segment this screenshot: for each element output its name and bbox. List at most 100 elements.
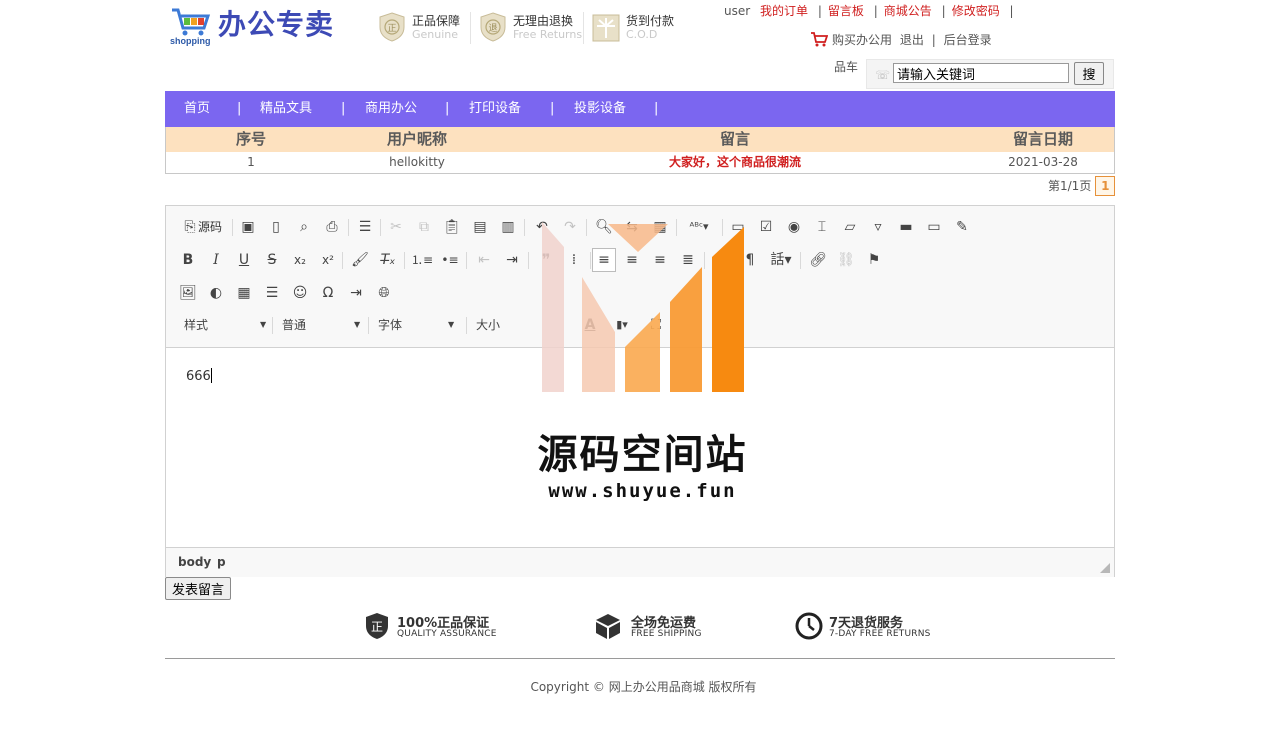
nav-item-projectors[interactable]: 投影设备 bbox=[574, 91, 626, 127]
nav-separator: | bbox=[654, 101, 659, 116]
iframe-globe-icon[interactable]: 🌐︎ bbox=[372, 281, 396, 305]
bold-icon[interactable]: B bbox=[176, 248, 200, 272]
outdent-icon[interactable]: ⇤ bbox=[472, 248, 496, 272]
div-container-icon[interactable]: ⁞ bbox=[562, 248, 586, 272]
submit-message-button[interactable]: 发表留言 bbox=[165, 577, 232, 600]
cell-nickname: hellokitty bbox=[389, 155, 445, 169]
flash-icon[interactable]: ◐ bbox=[204, 281, 228, 305]
resize-grip-icon[interactable] bbox=[1100, 563, 1110, 573]
align-center-icon[interactable]: ≡ bbox=[620, 248, 644, 272]
paste-icon[interactable]: 📋︎ bbox=[440, 215, 464, 239]
preview-icon[interactable]: ⌕ bbox=[292, 215, 316, 239]
paste-text-icon[interactable]: ▤ bbox=[468, 215, 492, 239]
align-justify-icon[interactable]: ≣ bbox=[676, 248, 700, 272]
ltr-icon[interactable]: ¶ bbox=[710, 248, 734, 272]
horizontal-rule-icon[interactable]: ☰ bbox=[260, 281, 284, 305]
superscript-icon[interactable]: x² bbox=[316, 248, 340, 272]
paste-word-icon[interactable]: ▥ bbox=[496, 215, 520, 239]
indent-icon[interactable]: ⇥ bbox=[500, 248, 524, 272]
svg-text:退: 退 bbox=[488, 23, 497, 34]
textarea-icon[interactable]: ▱ bbox=[838, 215, 862, 239]
admin-login-link[interactable]: 后台登录 bbox=[944, 33, 992, 47]
numbered-list-icon[interactable]: ⒈≡ bbox=[410, 248, 434, 272]
hidden-field-icon[interactable]: ✎ bbox=[950, 215, 974, 239]
image-icon[interactable]: 🖼︎ bbox=[176, 281, 200, 305]
unlink-icon[interactable]: ⛓ bbox=[834, 248, 858, 272]
nav-item-office[interactable]: 商用办公 bbox=[365, 91, 417, 127]
language-icon[interactable]: 話▾ bbox=[766, 248, 796, 272]
remove-format-icon[interactable]: T̶ₓ bbox=[376, 248, 400, 272]
checkbox-icon[interactable]: ☑ bbox=[754, 215, 778, 239]
save-icon[interactable]: ▣ bbox=[236, 215, 260, 239]
replace-icon[interactable]: ⇆ bbox=[620, 215, 644, 239]
cart-icon[interactable] bbox=[810, 31, 828, 47]
nav-item-stationery[interactable]: 精品文具 bbox=[260, 91, 312, 127]
templates-icon[interactable]: ☰ bbox=[353, 215, 377, 239]
nav-separator: | bbox=[550, 101, 555, 116]
nav-item-printers[interactable]: 打印设备 bbox=[469, 91, 521, 127]
link-icon[interactable]: 🔗︎ bbox=[806, 248, 830, 272]
link-message-board[interactable]: 留言板 bbox=[828, 4, 864, 18]
cut-icon[interactable]: ✂ bbox=[384, 215, 408, 239]
spellcheck-icon[interactable]: ᴬᴮᶜ▾ bbox=[682, 215, 716, 239]
link-change-password[interactable]: 修改密码 bbox=[952, 4, 1000, 18]
align-left-icon[interactable]: ≡ bbox=[592, 248, 616, 272]
select-icon[interactable]: ▿ bbox=[866, 215, 890, 239]
toolbar-divider bbox=[676, 219, 677, 236]
search-button[interactable]: 搜 bbox=[1074, 62, 1104, 85]
maximize-icon[interactable]: ⛶ bbox=[644, 313, 668, 337]
logout-link[interactable]: 退出 bbox=[900, 33, 924, 47]
strikethrough-icon[interactable]: S bbox=[260, 248, 284, 272]
guarantee-quality-sub: QUALITY ASSURANCE bbox=[397, 629, 497, 639]
promise-returns-sub: Free Returns bbox=[513, 28, 583, 41]
editor-text[interactable]: 666 bbox=[186, 368, 212, 384]
font-combo[interactable]: 字体 ▼ bbox=[378, 313, 462, 337]
new-page-icon[interactable]: ▯ bbox=[264, 215, 288, 239]
bg-color-icon[interactable]: ▮▾ bbox=[610, 313, 634, 337]
page-current[interactable]: 1 bbox=[1095, 176, 1116, 196]
path-body[interactable]: body bbox=[178, 548, 211, 577]
rtl-icon[interactable]: ¶ bbox=[738, 248, 762, 272]
special-char-icon[interactable]: Ω bbox=[316, 281, 340, 305]
copy-icon[interactable]: ⧉ bbox=[412, 215, 436, 239]
print-icon[interactable]: ⎙ bbox=[320, 215, 344, 239]
cod-icon bbox=[592, 14, 620, 42]
blockquote-icon[interactable]: ❞ bbox=[534, 248, 558, 272]
table-icon[interactable]: ▦ bbox=[232, 281, 256, 305]
bullet-list-icon[interactable]: •≡ bbox=[438, 248, 462, 272]
find-icon[interactable]: 🔍︎ bbox=[592, 215, 616, 239]
italic-icon[interactable]: I bbox=[204, 248, 228, 272]
textfield-icon[interactable]: ⌶ bbox=[810, 215, 834, 239]
select-all-icon[interactable]: ▦ bbox=[648, 215, 672, 239]
source-button[interactable]: 源码 bbox=[198, 215, 222, 239]
text-color-icon[interactable]: A bbox=[578, 313, 602, 337]
page-break-icon[interactable]: ⇥ bbox=[344, 281, 368, 305]
radio-icon[interactable]: ◉ bbox=[782, 215, 806, 239]
editor-content-area[interactable]: 666 bbox=[166, 348, 1114, 547]
image-button-icon[interactable]: ▭ bbox=[922, 215, 946, 239]
link-announcements[interactable]: 商城公告 bbox=[884, 4, 932, 18]
top-user-nav: user 我的订单 | 留言板 | 商城公告 | 修改密码 | bbox=[724, 2, 1020, 19]
align-right-icon[interactable]: ≡ bbox=[648, 248, 672, 272]
guarantee-returns-sub: 7-DAY FREE RETURNS bbox=[829, 629, 931, 639]
promise-genuine-title: 正品保障 bbox=[412, 14, 461, 28]
format-combo[interactable]: 普通 ▼ bbox=[282, 313, 366, 337]
smiley-icon[interactable]: ☺ bbox=[288, 281, 312, 305]
nav-item-home[interactable]: 首页 bbox=[184, 91, 210, 127]
subscript-icon[interactable]: x₂ bbox=[288, 248, 312, 272]
path-p[interactable]: p bbox=[217, 548, 226, 577]
button-icon[interactable]: ▬ bbox=[894, 215, 918, 239]
link-my-orders[interactable]: 我的订单 bbox=[760, 4, 808, 18]
search-input[interactable] bbox=[893, 63, 1069, 83]
size-combo[interactable]: 大小 bbox=[476, 313, 546, 337]
undo-icon[interactable]: ↶ bbox=[530, 215, 554, 239]
underline-icon[interactable]: U bbox=[232, 248, 256, 272]
show-blocks-icon[interactable]: ? bbox=[708, 313, 732, 337]
form-icon[interactable]: ▭ bbox=[726, 215, 750, 239]
anchor-flag-icon[interactable]: ⚑ bbox=[862, 248, 886, 272]
redo-icon[interactable]: ↷ bbox=[558, 215, 582, 239]
format-painter-icon[interactable]: 🖌︎ bbox=[348, 248, 372, 272]
style-combo[interactable]: 样式 ▼ bbox=[184, 313, 268, 337]
cart-link[interactable]: 购买办公用 bbox=[832, 33, 892, 47]
site-logo[interactable]: shopping 办公专卖 bbox=[170, 6, 345, 46]
